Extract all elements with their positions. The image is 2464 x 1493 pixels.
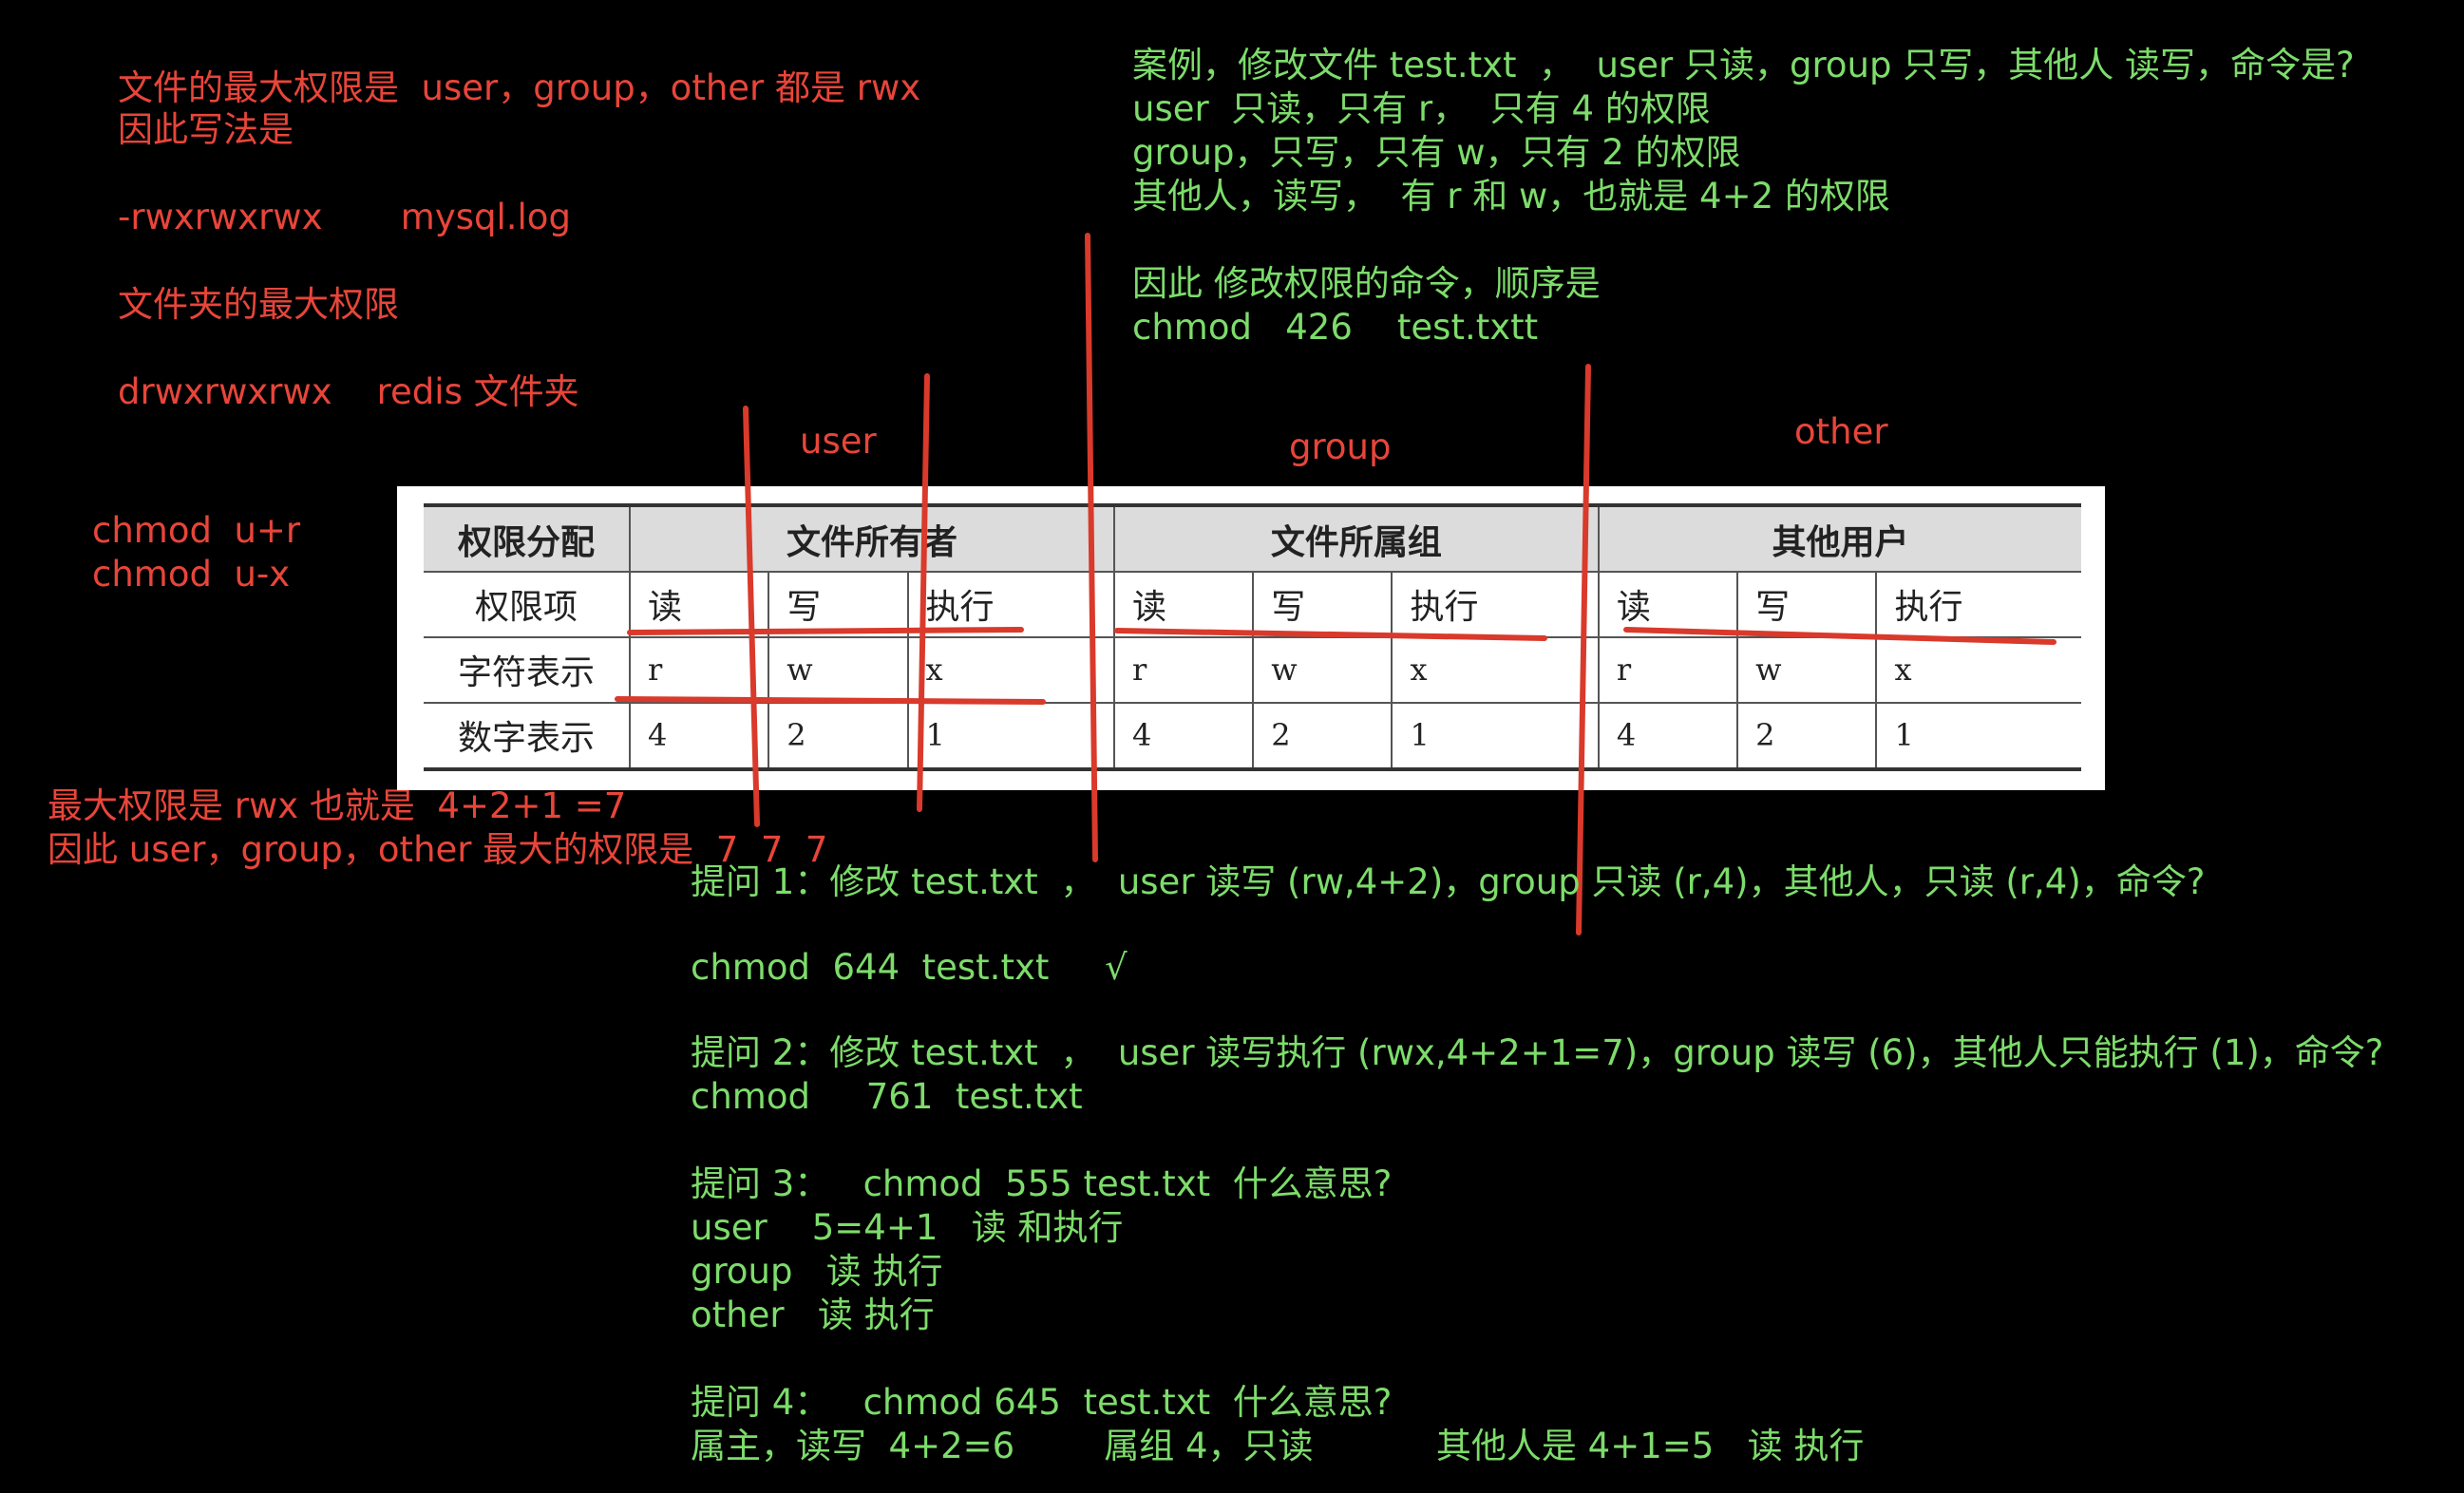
table-cell: 字符表示 (424, 635, 630, 703)
table-cell: 读 (628, 571, 769, 637)
permission-table: 权限分配 文件所有者 文件所属组 其他用户 权限项 读 写 执行 读 写 执行 … (424, 503, 2081, 771)
table-header-group: 文件所属组 (1112, 505, 1599, 572)
table-cell: w (768, 635, 908, 703)
answer-3-group: group 读 执行 (691, 1251, 943, 1292)
table-cell: 执行 (1391, 571, 1599, 637)
answer-3-other: other 读 执行 (691, 1295, 935, 1335)
label-group: group (1289, 426, 1392, 467)
note-chmod-remove: chmod u-x (92, 554, 291, 595)
table-cell: 写 (1252, 571, 1393, 637)
table-cell: 读 (1597, 571, 1738, 637)
table-cell: 2 (1252, 701, 1393, 769)
case-other: 其他人，读写， 有 r 和 w，也就是 4+2 的权限 (1132, 176, 1890, 217)
label-other: other (1794, 411, 1888, 452)
note-dir-example: drwxrwxrwx redis 文件夹 (118, 371, 579, 412)
table-header-cell: 权限分配 (424, 505, 630, 572)
table-cell: 执行 (906, 571, 1114, 637)
table-cell: 2 (768, 701, 908, 769)
table-cell: 2 (1736, 701, 1877, 769)
table-row-items: 权限项 读 写 执行 读 写 执行 读 写 执行 (424, 571, 2081, 637)
case-group: group，只写，只有 w，只有 2 的权限 (1132, 132, 1741, 173)
label-user: user (800, 421, 877, 462)
table-cell: 1 (1875, 701, 2081, 769)
note-max-permission: 文件的最大权限是 user，group，other 都是 rwx (118, 67, 921, 108)
table-cell: 4 (1597, 701, 1738, 769)
answer-3-user: user 5=4+1 读 和执行 (691, 1207, 1124, 1248)
case-order: 因此 修改权限的命令，顺序是 (1132, 263, 1601, 304)
case-question: 案例，修改文件 test.txt ， user 只读，group 只写，其他人 … (1132, 45, 2355, 85)
table-cell: 1 (906, 701, 1114, 769)
question-3: 提问 3： chmod 555 test.txt 什么意思? (691, 1163, 1393, 1204)
table-cell: 权限项 (424, 571, 630, 637)
table-cell: r (1597, 635, 1738, 703)
permission-table-image: 权限分配 文件所有者 文件所属组 其他用户 权限项 读 写 执行 读 写 执行 … (397, 486, 2105, 790)
table-cell: 读 (1112, 571, 1254, 637)
note-notation-intro: 因此写法是 (118, 109, 294, 150)
table-cell: r (1112, 635, 1254, 703)
question-1: 提问 1：修改 test.txt ， user 读写 (rw,4+2)，grou… (691, 861, 2206, 902)
case-user: user 只读，只有 r， 只有 4 的权限 (1132, 88, 1711, 129)
answer-4: 属主，读写 4+2=6 属组 4，只读 其他人是 4+1=5 读 执行 (691, 1426, 1865, 1466)
case-command: chmod 426 test.txtt (1132, 307, 1539, 348)
table-header-other: 其他用户 (1597, 505, 2081, 572)
note-dir-heading: 文件夹的最大权限 (118, 284, 399, 325)
answer-1: chmod 644 test.txt √ (691, 947, 1128, 988)
table-cell: 数字表示 (424, 701, 630, 769)
note-chmod-add: chmod u+r (92, 510, 301, 551)
answer-2: chmod 761 test.txt (691, 1076, 1083, 1117)
question-2: 提问 2：修改 test.txt ， user 读写执行 (rwx,4+2+1=… (691, 1032, 2384, 1073)
table-cell: r (628, 635, 769, 703)
table-cell: 写 (1736, 571, 1877, 637)
table-cell: 4 (1112, 701, 1254, 769)
table-row-chars: 字符表示 r w x r w x r w x (424, 635, 2081, 703)
table-cell: 执行 (1875, 571, 2081, 637)
question-4: 提问 4： chmod 645 test.txt 什么意思? (691, 1382, 1393, 1423)
table-cell: x (1391, 635, 1599, 703)
table-cell: w (1736, 635, 1877, 703)
note-max-sum: 最大权限是 rwx 也就是 4+2+1 =7 (47, 785, 627, 826)
table-cell: x (1875, 635, 2081, 703)
note-file-example: -rwxrwxrwx mysql.log (118, 197, 571, 237)
table-row-nums: 数字表示 4 2 1 4 2 1 4 2 1 (424, 701, 2081, 769)
table-cell: 4 (628, 701, 769, 769)
table-cell: 写 (768, 571, 908, 637)
table-header-owner: 文件所有者 (629, 505, 1114, 572)
table-cell: 1 (1391, 701, 1599, 769)
table-cell: x (906, 635, 1114, 703)
table-cell: w (1252, 635, 1393, 703)
table-header-row: 权限分配 文件所有者 文件所属组 其他用户 (424, 505, 2081, 572)
